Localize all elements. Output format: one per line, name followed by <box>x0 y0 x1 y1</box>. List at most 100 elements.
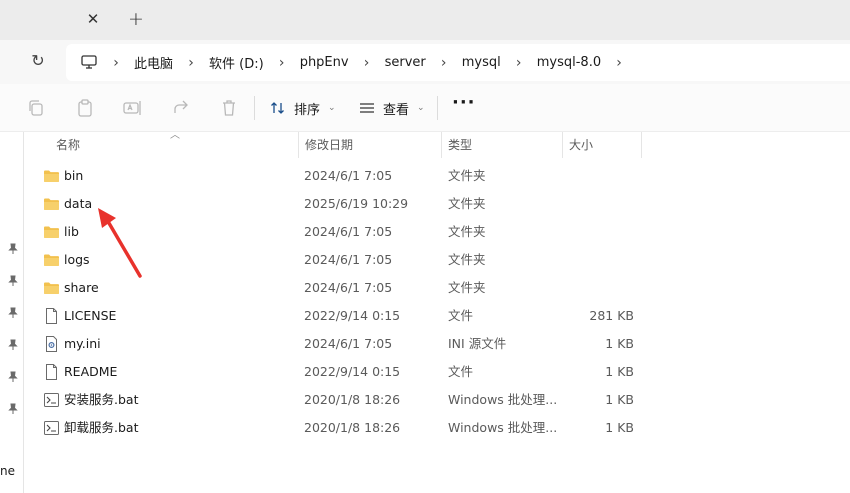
more-options-icon[interactable]: ··· <box>452 94 475 116</box>
chevron-right-icon[interactable]: › <box>104 55 128 71</box>
file-row[interactable]: logs 2024/6/1 7:05 文件夹 <box>25 246 850 274</box>
chevron-right-icon[interactable]: › <box>355 55 379 71</box>
file-type: 文件夹 <box>448 280 486 295</box>
sort-button[interactable]: 排序 ⌄ <box>270 95 336 121</box>
file-size <box>564 274 634 302</box>
file-size <box>564 218 634 246</box>
chevron-right-icon[interactable]: › <box>607 55 631 71</box>
file-row[interactable]: LICENSE 2022/9/14 0:15 文件 281 KB <box>25 302 850 330</box>
command-bar: 排序 ⌄ 查看 ⌄ ··· <box>0 84 850 132</box>
sort-icon <box>271 102 284 114</box>
file-size: 281 KB <box>589 308 634 323</box>
refresh-icon[interactable]: ↻ <box>27 50 49 72</box>
file-modified-date: 2025/6/19 10:29 <box>304 196 409 211</box>
file-row[interactable]: bin 2024/6/1 7:05 文件夹 <box>25 162 850 190</box>
breadcrumb-item[interactable]: server <box>379 55 432 70</box>
file-modified-date: 2024/6/1 7:05 <box>304 336 393 351</box>
file-icon <box>43 364 60 380</box>
pin-icon[interactable] <box>7 403 19 415</box>
paste-icon[interactable] <box>75 98 95 118</box>
file-size: 1 KB <box>605 336 634 351</box>
file-row[interactable]: share 2024/6/1 7:05 文件夹 <box>25 274 850 302</box>
breadcrumb-item[interactable]: 软件 (D:) <box>203 53 270 72</box>
file-modified-date: 2020/1/8 18:26 <box>304 420 401 435</box>
file-type: 文件夹 <box>448 224 486 239</box>
ini-file-icon <box>43 336 60 352</box>
file-size <box>564 246 634 274</box>
breadcrumb: › 此电脑 › 软件 (D:) › phpEnv › server › mysql › mysql-8… <box>104 44 631 81</box>
folder-icon <box>43 252 60 268</box>
file-type: 文件夹 <box>448 252 486 267</box>
chevron-down-icon: ⌄ <box>328 103 336 113</box>
navigation-pane <box>0 132 24 493</box>
batch-file-icon <box>43 420 60 436</box>
pin-icon[interactable] <box>7 275 19 287</box>
view-list-icon <box>360 103 374 113</box>
close-tab-icon[interactable]: ✕ <box>84 9 102 29</box>
toolbar-divider <box>254 96 255 120</box>
delete-icon[interactable] <box>219 98 239 118</box>
pin-icon[interactable] <box>7 307 19 319</box>
file-icon <box>43 308 60 324</box>
file-name: 卸载服务.bat <box>64 420 139 435</box>
column-header-name[interactable]: 名称 <box>50 132 298 158</box>
pin-icon[interactable] <box>7 371 19 383</box>
file-row[interactable]: my.ini 2024/6/1 7:05 INI 源文件 1 KB <box>25 330 850 358</box>
breadcrumb-item[interactable]: 此电脑 <box>128 53 179 72</box>
tab-strip: ✕ + <box>0 0 850 40</box>
column-header-size[interactable]: 大小 <box>563 132 641 158</box>
file-name: lib <box>64 224 79 239</box>
rename-icon[interactable] <box>122 98 142 118</box>
navigation-bar: ↻ › 此电脑 › 软件 (D:) › phpEnv › server › mysql › mysql… <box>0 40 850 84</box>
new-tab-icon[interactable]: + <box>125 8 147 30</box>
file-modified-date: 2024/6/1 7:05 <box>304 224 393 239</box>
file-name: 安装服务.bat <box>64 392 139 407</box>
file-name: LICENSE <box>64 308 117 323</box>
sort-label: 排序 <box>294 102 321 118</box>
file-type: 文件夹 <box>448 168 486 183</box>
folder-icon <box>43 280 60 296</box>
chevron-right-icon[interactable]: › <box>179 55 203 71</box>
chevron-right-icon[interactable]: › <box>432 55 456 71</box>
file-modified-date: 2022/9/14 0:15 <box>304 364 401 379</box>
file-row[interactable]: 卸载服务.bat 2020/1/8 18:26 Windows 批处理... 1 KB <box>25 414 850 442</box>
file-modified-date: 2022/9/14 0:15 <box>304 308 401 323</box>
breadcrumb-item[interactable]: phpEnv <box>294 55 355 70</box>
file-size: 1 KB <box>605 392 634 407</box>
address-bar[interactable]: › 此电脑 › 软件 (D:) › phpEnv › server › mysql › mysql-8… <box>66 44 850 81</box>
breadcrumb-item[interactable]: mysql <box>456 55 507 70</box>
file-type: 文件夹 <box>448 196 486 211</box>
file-type: Windows 批处理... <box>448 420 558 435</box>
toolbar-divider <box>437 96 438 120</box>
column-header-date[interactable]: 修改日期 <box>299 132 441 158</box>
column-divider[interactable] <box>641 132 642 158</box>
active-tab[interactable]: ✕ <box>0 0 112 40</box>
file-row[interactable]: README 2022/9/14 0:15 文件 1 KB <box>25 358 850 386</box>
annotation-arrow <box>98 208 142 278</box>
file-type: Windows 批处理... <box>448 392 558 407</box>
chevron-right-icon[interactable]: › <box>270 55 294 71</box>
breadcrumb-item[interactable]: mysql-8.0 <box>531 55 607 70</box>
column-header-type[interactable]: 类型 <box>442 132 562 158</box>
copy-icon[interactable] <box>26 98 46 118</box>
file-modified-date: 2024/6/1 7:05 <box>304 280 393 295</box>
chevron-down-icon: ⌄ <box>417 103 425 113</box>
view-button[interactable]: 查看 ⌄ <box>359 95 425 121</box>
file-row[interactable]: 安装服务.bat 2020/1/8 18:26 Windows 批处理... 1 KB <box>25 386 850 414</box>
file-type: 文件 <box>448 308 474 323</box>
folder-icon <box>43 196 60 212</box>
file-size: 1 KB <box>605 420 634 435</box>
file-row[interactable]: lib 2024/6/1 7:05 文件夹 <box>25 218 850 246</box>
file-type: 文件 <box>448 364 474 379</box>
file-row[interactable]: data 2025/6/19 10:29 文件夹 <box>25 190 850 218</box>
chevron-right-icon[interactable]: › <box>507 55 531 71</box>
computer-icon[interactable] <box>80 53 98 71</box>
pin-icon[interactable] <box>7 243 19 255</box>
column-headers: ︿ 名称 修改日期 类型 大小 <box>25 130 850 158</box>
nav-item-label-partial[interactable]: ne <box>0 464 15 478</box>
file-size: 1 KB <box>605 364 634 379</box>
share-icon[interactable] <box>171 98 191 118</box>
file-name: my.ini <box>64 336 101 351</box>
file-modified-date: 2024/6/1 7:05 <box>304 252 393 267</box>
pin-icon[interactable] <box>7 339 19 351</box>
